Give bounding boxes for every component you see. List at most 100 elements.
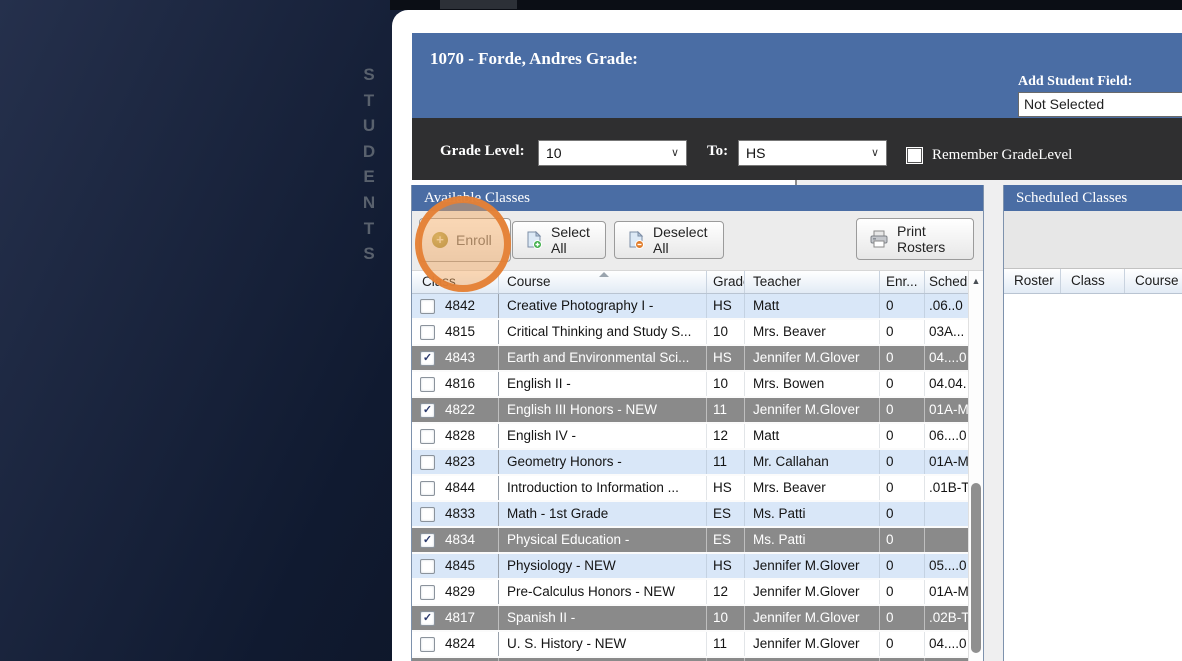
enrolled-cell: 0 [880, 450, 925, 474]
table-row[interactable]: ✓ 4834 Physical Education - ES Ms. Patti… [412, 528, 968, 554]
row-checkbox[interactable] [420, 584, 435, 600]
table-row[interactable]: ✓ 4843 Earth and Environmental Sci... HS… [412, 346, 968, 372]
column-header-course[interactable]: Course [499, 271, 707, 293]
table-row[interactable]: 4823 Geometry Honors - 11 Mr. Callahan 0… [412, 450, 968, 476]
table-row[interactable]: 4845 Physiology - NEW HS Jennifer M.Glov… [412, 554, 968, 580]
row-checkbox[interactable]: ✓ [420, 350, 435, 366]
sched-cell [925, 528, 968, 552]
vertical-scrollbar[interactable]: ▲ [968, 271, 983, 661]
sched-cell: 06....0 [929, 428, 967, 443]
table-row[interactable]: 4833 Math - 1st Grade ES Ms. Patti 0 [412, 502, 968, 528]
row-checkbox[interactable] [420, 636, 435, 652]
table-row[interactable]: 4842 Creative Photography I - HS Matt 0 … [412, 294, 968, 320]
class-number: 4815 [445, 324, 476, 339]
grade-cell: 11 [707, 450, 745, 474]
remember-gradelevel-checkbox[interactable] [906, 147, 923, 164]
row-checkbox[interactable] [420, 558, 435, 574]
browser-tab[interactable] [440, 0, 517, 9]
row-checkbox[interactable] [420, 376, 435, 392]
column-header-grade[interactable]: Grade [707, 271, 745, 293]
print-rosters-button[interactable]: Print Rosters [856, 218, 974, 260]
column-header-class[interactable]: Class [1061, 269, 1125, 293]
scrollbar-thumb[interactable] [971, 483, 981, 653]
teacher-cell: Jennifer M.Glover [745, 606, 880, 630]
column-header-class[interactable]: Class [412, 271, 499, 293]
class-cell: 4833 [412, 502, 499, 526]
table-row[interactable]: ✓ 4822 English III Honors - NEW 11 Jenni… [412, 398, 968, 424]
row-checkbox[interactable] [420, 480, 435, 496]
add-student-field-select[interactable]: Not Selected [1018, 92, 1182, 117]
column-header-teacher[interactable]: Teacher [745, 271, 880, 293]
to-grade-select[interactable]: HS ∨ [738, 140, 887, 166]
class-cell: 4844 [412, 476, 499, 500]
table-rows-viewport: 4842 Creative Photography I - HS Matt 0 … [412, 294, 968, 661]
grade-level-label: Grade Level: [440, 143, 525, 159]
class-number: 4843 [445, 350, 476, 365]
grade-level-select[interactable]: 10 ∨ [538, 140, 687, 166]
class-number: 4829 [445, 584, 476, 599]
row-checkbox[interactable] [420, 428, 435, 444]
grade-cell: HS [707, 476, 745, 500]
row-checkbox[interactable]: ✓ [420, 402, 435, 418]
table-row[interactable]: 4815 Critical Thinking and Study S... 10… [412, 320, 968, 346]
class-cell: ✓ 4843 [412, 346, 499, 370]
screen: STUDENTS 1070 - Forde, Andres Grade: Add… [0, 0, 1182, 661]
table-row[interactable]: 4829 Pre-Calculus Honors - NEW 12 Jennif… [412, 580, 968, 606]
column-header-roster[interactable]: Roster [1004, 269, 1061, 293]
course-cell: U. S. History - NEW [499, 632, 707, 656]
course-cell: Introduction to Information ... [499, 476, 707, 500]
enroll-button[interactable]: + Enroll [419, 218, 511, 262]
teacher-cell: Ms. Patti [745, 528, 880, 552]
row-checkbox[interactable] [420, 454, 435, 470]
class-number: 4822 [445, 402, 476, 417]
table-row[interactable]: ✓ 4817 Spanish II - 10 Jennifer M.Glover… [412, 606, 968, 632]
grade-cell: ES [707, 502, 745, 526]
class-cell: ✓ 4817 [412, 606, 499, 630]
table-header-row: Class Course Grade Teacher Enr... Sched [412, 271, 968, 294]
available-classes-title: Available Classes [412, 185, 983, 211]
course-cell: English IV - [499, 424, 707, 448]
scrollbar-up-arrow-icon[interactable]: ▲ [969, 271, 983, 291]
sched-cell: .02B-T [929, 610, 968, 625]
column-header-course[interactable]: Course [1125, 269, 1182, 293]
course-cell: Spanish II - [499, 606, 707, 630]
row-checkbox[interactable]: ✓ [420, 532, 435, 548]
sched-cell: 05....0 [929, 558, 967, 573]
chevron-down-icon: ∨ [670, 147, 679, 159]
enrolled-cell: 0 [880, 476, 925, 500]
sched-cell: 04....0 [929, 350, 967, 365]
teacher-cell: Jennifer M.Glover [745, 580, 880, 604]
class-number: 4845 [445, 558, 476, 573]
sort-ascending-icon [598, 272, 609, 277]
students-vertical-nav[interactable]: STUDENTS [356, 62, 382, 267]
column-header-enr[interactable]: Enr... [880, 271, 925, 293]
available-classes-panel: Available Classes + Enroll Select All De… [411, 185, 984, 661]
scheduled-classes-toolbar [1004, 211, 1182, 269]
row-checkbox[interactable] [420, 298, 435, 314]
table-row[interactable]: 4844 Introduction to Information ... HS … [412, 476, 968, 502]
class-cell: 4829 [412, 580, 499, 604]
table-row[interactable]: 4828 English IV - 12 Matt 0 06....0 [412, 424, 968, 450]
deselect-all-button[interactable]: Deselect All [614, 221, 724, 259]
row-checkbox[interactable] [420, 324, 435, 340]
class-cell: ✓ 4822 [412, 398, 499, 422]
teacher-cell: Mrs. Bowen [745, 372, 880, 396]
class-number: 4842 [445, 298, 476, 313]
grade-cell: 11 [707, 398, 745, 422]
course-cell: Math - 1st Grade [499, 502, 707, 526]
course-cell: English III Honors - NEW [499, 398, 707, 422]
class-cell: 4845 [412, 554, 499, 578]
class-number: 4833 [445, 506, 476, 521]
enrolled-cell: 0 [880, 424, 925, 448]
course-cell: Critical Thinking and Study S... [499, 320, 707, 344]
enrolled-cell: 0 [880, 606, 925, 630]
column-header-sched[interactable]: Sched [925, 271, 968, 293]
select-all-button[interactable]: Select All [512, 221, 606, 259]
class-number: 4844 [445, 480, 476, 495]
table-row[interactable]: 4824 U. S. History - NEW 11 Jennifer M.G… [412, 632, 968, 658]
sched-cell: 01A-M [929, 402, 968, 417]
row-checkbox[interactable] [420, 506, 435, 522]
row-checkbox[interactable]: ✓ [420, 610, 435, 626]
available-classes-table: Class Course Grade Teacher Enr... Sched … [412, 271, 983, 661]
table-row[interactable]: 4816 English II - 10 Mrs. Bowen 0 04.04. [412, 372, 968, 398]
